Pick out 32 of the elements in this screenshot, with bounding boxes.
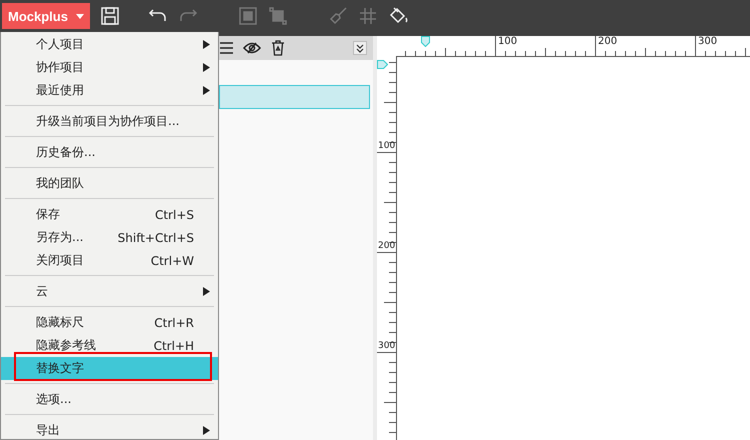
menu-item[interactable]: 保存 Ctrl+S [1,203,218,226]
ruler-label: 100 [378,141,396,151]
double-chevron-icon [356,44,364,52]
list-icon[interactable] [219,41,233,55]
layer-row[interactable] [219,85,370,109]
ruler-label: 100 [498,36,518,47]
menu-item[interactable]: 隐藏标尺 Ctrl+R [1,311,218,334]
menu-item[interactable]: 关闭项目 Ctrl+W [1,249,218,272]
collapse-button[interactable] [353,41,367,55]
ruler-label: 300 [698,36,718,47]
menu-item[interactable]: 最近使用 [1,79,218,102]
paint-bucket-icon[interactable] [388,6,408,26]
trash-icon[interactable] [271,40,285,56]
menu-item[interactable]: 隐藏参考线 Ctrl+H [1,334,218,357]
save-icon[interactable] [100,6,120,26]
ruler-marker-icon[interactable] [377,60,388,69]
ruler-label: 200 [598,36,618,47]
menu-item[interactable]: 替换文字 [1,357,218,380]
menu-item[interactable]: 选项... [1,388,218,411]
ruler-marker-icon[interactable] [421,36,430,47]
menu-item[interactable]: 历史备份... [1,141,218,164]
menu-item[interactable]: 个人项目 [1,33,218,56]
menu-item[interactable]: 协作项目 [1,56,218,79]
menu-item[interactable]: 导出 [1,419,218,440]
eye-icon[interactable] [243,41,261,55]
menu-item[interactable]: 升级当前项目为协作项目... [1,110,218,133]
menu-item[interactable]: 云 [1,280,218,303]
menu-item[interactable]: 我的团队 [1,172,218,195]
menu-item[interactable]: 另存为... Shift+Ctrl+S [1,226,218,249]
ruler-label: 200 [378,241,396,251]
ruler-label: 300 [378,341,396,351]
caret-icon [76,14,84,18]
